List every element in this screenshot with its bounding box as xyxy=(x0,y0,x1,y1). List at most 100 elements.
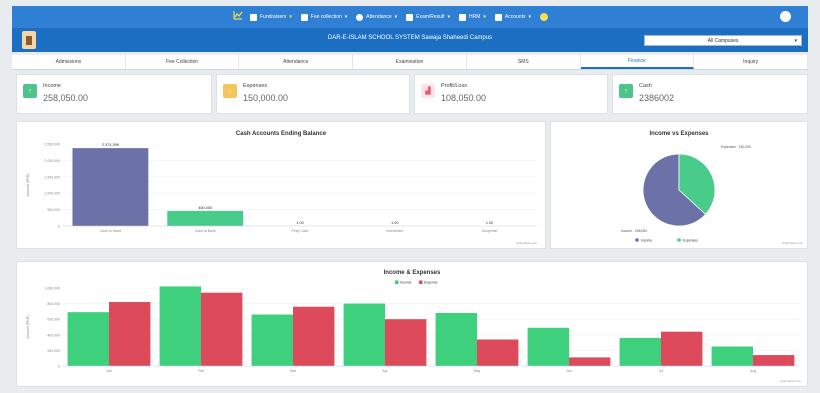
y-tick-label: 2,500,000 xyxy=(44,143,60,147)
arrow-down-icon: ↓ xyxy=(223,84,237,98)
x-tick-label: Cash at Bank xyxy=(195,229,216,233)
nav-accounts[interactable]: Accounts ▾ xyxy=(494,13,531,21)
tab-admissions[interactable]: Admissions xyxy=(12,55,126,69)
slice-label: Income : 258,050 xyxy=(621,229,647,233)
legend-marker xyxy=(677,238,681,242)
data-label: 1.00 xyxy=(486,221,493,225)
y-tick-label: 1,000,000 xyxy=(44,287,60,291)
card-value: 2386002 xyxy=(639,93,675,103)
dashboard-chart-icon[interactable] xyxy=(233,10,243,20)
tab-sms[interactable]: SMS xyxy=(467,55,581,69)
top-navbar: Fundraisers ▾ Fee collection ▾ Attendanc… xyxy=(12,6,808,28)
tab-inquiry[interactable]: Inquiry xyxy=(694,55,809,69)
settings-gear-icon[interactable] xyxy=(539,13,548,21)
income-vs-expenses-panel: Income vs Expenses Income : 258,050 Expen… xyxy=(550,121,808,249)
x-tick-label: Feb xyxy=(198,369,204,373)
nav-label: HRM xyxy=(468,14,481,20)
chevron-down-icon: ▾ xyxy=(344,14,348,20)
bar xyxy=(477,339,519,366)
credits-label: Highcharts.com xyxy=(780,379,801,383)
bar xyxy=(159,286,201,366)
cash-icon: ↑ xyxy=(619,84,633,98)
bar xyxy=(201,292,243,366)
campus-select[interactable]: All Campuses ▾ xyxy=(644,35,802,46)
data-label: 2,374,396 xyxy=(102,143,119,147)
card-value: 150,000.00 xyxy=(243,93,289,103)
chevron-down-icon: ▾ xyxy=(483,14,486,20)
x-tick-label: Suspense xyxy=(482,229,498,233)
income-vs-expenses-chart: Income : 258,050 Expenses : 150,000 Income… xyxy=(621,145,803,245)
card-label: Profit/Loss xyxy=(441,83,467,89)
nav-exam-result[interactable]: Exam/Result ▾ xyxy=(406,13,450,21)
bar xyxy=(711,346,753,366)
bar xyxy=(753,355,795,366)
legend-marker xyxy=(635,238,639,242)
x-tick-label: May xyxy=(474,369,481,373)
x-tick-label: Jun xyxy=(566,369,572,373)
credits-label: Highcharts.com xyxy=(516,241,537,245)
x-tick-label: Cash in Hand xyxy=(100,229,121,233)
money-icon xyxy=(494,13,502,21)
card-label: Expenses xyxy=(243,83,268,89)
bar xyxy=(293,306,335,366)
bar xyxy=(435,312,477,366)
tab-attendance[interactable]: Attendance xyxy=(239,55,354,69)
chevron-down-icon: ▾ xyxy=(289,14,292,20)
x-tick-label: Mar xyxy=(290,369,297,373)
tab-finance[interactable]: Finance xyxy=(580,55,695,69)
nav-fee-collection[interactable]: Fee collection ▾ xyxy=(300,13,348,21)
chevron-down-icon: ▾ xyxy=(447,14,450,20)
y-tick-label: 600,000 xyxy=(47,318,60,322)
bar xyxy=(619,337,661,366)
y-tick-label: 800,000 xyxy=(47,302,60,306)
cash-accounts-panel: Cash Accounts Ending Balance 2,500,000 2,… xyxy=(16,121,546,249)
legend-label: Income xyxy=(641,239,652,243)
bar xyxy=(109,302,151,366)
card-label: Cash xyxy=(639,83,652,89)
chart-icon: ▟ xyxy=(421,84,435,98)
chevron-down-icon: ▾ xyxy=(394,14,398,20)
bar xyxy=(569,357,611,366)
card-value: 258,050.00 xyxy=(43,93,89,103)
legend-label: Expenses xyxy=(683,239,698,243)
dashboard-tabs: Admissions Fee Collection Attendance Exa… xyxy=(12,55,809,70)
y-tick-label: 1,000,000 xyxy=(44,192,60,196)
cash-accounts-chart: 2,500,000 2,000,000 1,500,000 1,000,000 500,… xyxy=(26,143,537,246)
y-tick-label: 2,000,000 xyxy=(44,159,60,163)
y-tick-label: 0 xyxy=(58,365,60,369)
data-label: 1.00 xyxy=(391,221,398,225)
chevron-down-icon: ▾ xyxy=(528,14,531,20)
profit-loss-card: ▟ Profit/Loss 108,050.00 xyxy=(414,74,608,114)
bar xyxy=(343,303,385,366)
legend-marker xyxy=(395,280,399,284)
tab-examination[interactable]: Examination xyxy=(353,55,467,69)
wallet-icon xyxy=(250,13,257,21)
nav-label: Fundraisers xyxy=(260,14,287,20)
clock-icon xyxy=(356,13,364,21)
slice-label: Expenses : 150,000 xyxy=(721,145,751,149)
nav-attendance[interactable]: Attendance ▾ xyxy=(356,13,398,21)
x-tick-label: Apr xyxy=(382,369,388,373)
user-avatar[interactable] xyxy=(780,11,791,22)
nav-label: Fee collection xyxy=(310,14,342,20)
bar xyxy=(385,319,427,366)
nav-label: Attendance xyxy=(366,14,392,20)
bar xyxy=(72,148,149,226)
legend-label: Income xyxy=(400,281,412,285)
bar xyxy=(251,314,293,366)
x-tick-label: Investment xyxy=(386,229,403,233)
income-expenses-chart: 1,000,000 800,000 600,000 400,000 200,000 0 Am… xyxy=(26,280,801,383)
data-label: 1.00 xyxy=(296,221,303,225)
user-icon xyxy=(300,13,308,21)
credits-label: Highcharts.com xyxy=(782,241,803,245)
card-value: 108,050.00 xyxy=(441,93,487,103)
bar xyxy=(167,210,244,226)
nav-label: Exam/Result xyxy=(416,14,445,20)
card-label: Income xyxy=(43,83,62,89)
y-axis-label: Amount (PKR) xyxy=(26,173,30,196)
tab-fee-collection[interactable]: Fee Collection xyxy=(126,55,240,69)
y-tick-label: 200,000 xyxy=(47,349,60,353)
school-header: DAR-E-ISLAM SCHOOL SYSTEM Sawaja Shaheed… xyxy=(12,28,808,52)
nav-hrm[interactable]: HRM ▾ xyxy=(458,13,486,21)
nav-fundraisers[interactable]: Fundraisers ▾ xyxy=(250,13,292,21)
